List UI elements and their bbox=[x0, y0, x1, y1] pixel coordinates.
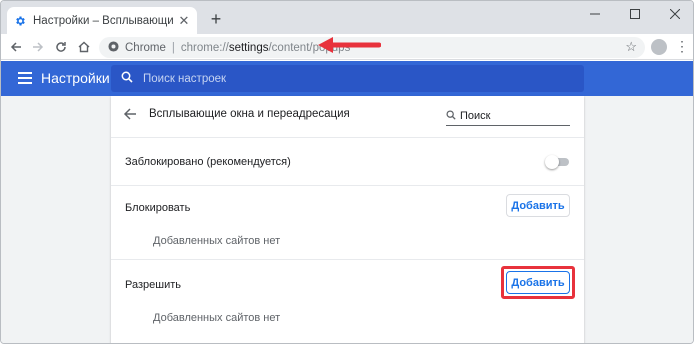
arrow-left-icon bbox=[10, 42, 21, 52]
chip-separator: | bbox=[171, 41, 175, 54]
maximize-button[interactable] bbox=[615, 3, 655, 25]
forward-button[interactable] bbox=[29, 38, 47, 56]
tab-strip: Настройки – Всплывающие окна и переадрес… bbox=[1, 1, 693, 34]
close-window-button[interactable] bbox=[655, 3, 693, 25]
block-empty-text: Добавленных сайтов нет bbox=[153, 235, 281, 247]
divider bbox=[111, 185, 584, 186]
divider bbox=[111, 137, 584, 138]
annotation-arrow bbox=[318, 37, 381, 53]
search-icon bbox=[121, 70, 133, 88]
avatar[interactable] bbox=[651, 39, 667, 55]
home-button[interactable] bbox=[75, 38, 93, 56]
blocked-toggle[interactable] bbox=[545, 155, 569, 169]
new-tab-button[interactable]: + bbox=[206, 9, 226, 29]
settings-header: Настройки bbox=[1, 61, 693, 96]
page-title: Настройки bbox=[41, 70, 110, 86]
chrome-logo-icon bbox=[108, 40, 119, 55]
subpage-search-input[interactable] bbox=[460, 109, 560, 122]
allow-section-title: Разрешить bbox=[125, 279, 181, 291]
minimize-button[interactable] bbox=[575, 3, 615, 25]
site-chip: Chrome bbox=[125, 41, 166, 54]
maximize-icon bbox=[630, 9, 640, 19]
search-icon bbox=[446, 107, 456, 125]
gear-icon bbox=[13, 14, 27, 28]
menu-kebab-icon[interactable]: ⋮ bbox=[675, 38, 689, 55]
block-section-title: Блокировать bbox=[125, 202, 191, 214]
tab-settings[interactable]: Настройки – Всплывающие окна и переадрес… bbox=[7, 7, 197, 34]
bookmark-star-icon[interactable]: ☆ bbox=[625, 39, 637, 55]
home-icon bbox=[78, 41, 90, 53]
reload-icon bbox=[56, 42, 66, 52]
block-add-button[interactable]: Добавить bbox=[506, 194, 570, 217]
subpage-title: Всплывающие окна и переадресация bbox=[149, 108, 350, 120]
blocked-label: Заблокировано (рекомендуется) bbox=[125, 156, 291, 168]
divider bbox=[111, 259, 584, 260]
browser-window: Настройки – Всплывающие окна и переадрес… bbox=[0, 0, 694, 344]
toggle-knob bbox=[545, 155, 559, 169]
back-button[interactable] bbox=[7, 38, 25, 56]
settings-search[interactable] bbox=[111, 65, 584, 92]
arrow-left-icon bbox=[123, 108, 136, 120]
settings-search-input[interactable] bbox=[143, 72, 543, 85]
popups-settings-card bbox=[111, 96, 584, 343]
back-arrow-button[interactable] bbox=[123, 107, 137, 121]
reload-button[interactable] bbox=[52, 38, 70, 56]
annotation-highlight bbox=[501, 266, 575, 299]
subpage-search[interactable] bbox=[446, 106, 570, 126]
url-scheme: chrome:// bbox=[180, 41, 229, 54]
allow-empty-text: Добавленных сайтов нет bbox=[153, 312, 281, 324]
tab-close-icon[interactable]: ✕ bbox=[177, 13, 191, 29]
tab-title: Настройки – Всплывающие окна и переадрес… bbox=[33, 14, 173, 27]
hamburger-menu-icon[interactable] bbox=[18, 72, 32, 84]
url-host: settings bbox=[228, 41, 269, 54]
close-icon bbox=[670, 9, 680, 19]
minimize-icon bbox=[590, 13, 600, 15]
arrow-right-icon bbox=[33, 42, 44, 52]
